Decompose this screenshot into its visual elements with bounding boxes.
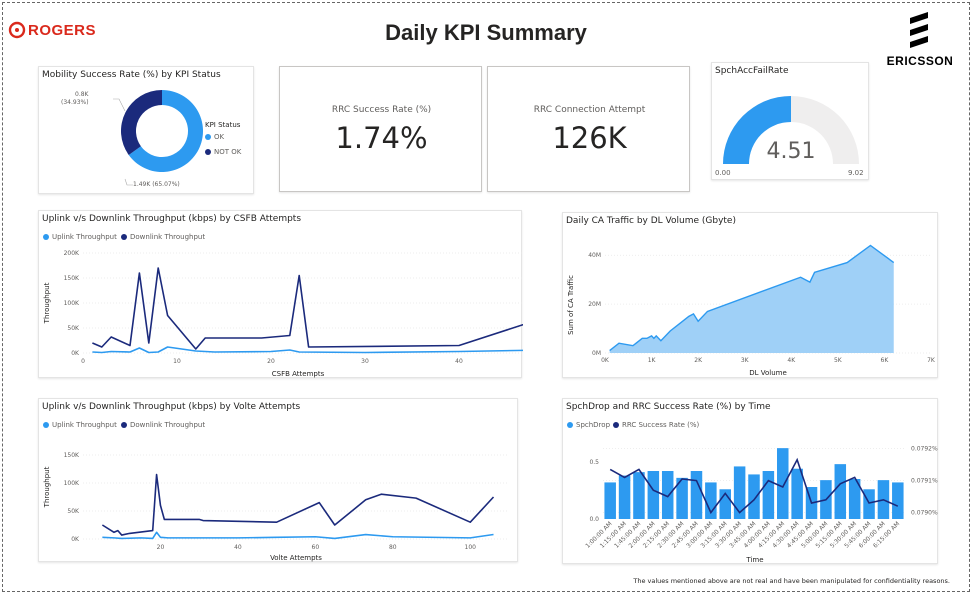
ericsson-logo: ERICSSON (884, 10, 956, 72)
gauge-value: 4.51 (766, 139, 816, 164)
series-line-downlink-throughput (92, 267, 523, 350)
csfb-throughput-card[interactable]: Uplink v/s Downlink Throughput (kbps) by… (38, 210, 523, 378)
volte-x-axis-title: Volte Attempts (270, 554, 322, 562)
x-tick-label: 6K (881, 357, 890, 364)
ca-y-axis-title: Sum of CA Traffic (567, 275, 575, 335)
donut-slice-not-ok[interactable] (121, 90, 162, 155)
x-tick-label: 4K (787, 357, 796, 364)
series-line-uplink-throughput (92, 346, 523, 354)
y-tick-label: 50K (67, 508, 80, 515)
y-tick-label: 200K (64, 250, 80, 257)
spchdrop-bar[interactable] (892, 482, 904, 519)
ca-traffic-card[interactable]: Daily CA Traffic by DL Volume (Gbyte) Su… (562, 212, 938, 378)
spchdrop-bar[interactable] (777, 448, 789, 519)
y-tick-label: 150K (64, 275, 80, 282)
donut-label-not-ok: 0.8K (75, 91, 89, 98)
spchdrop-bar[interactable] (633, 472, 645, 519)
legend-label-ok: OK (214, 133, 225, 141)
csfb-y-axis-title: Throughput (43, 282, 51, 324)
y-tick-label: 0M (592, 350, 601, 357)
y-tick-label: 100K (64, 480, 80, 487)
x-tick-label: 20 (157, 544, 165, 551)
x-tick-label: 30 (361, 358, 369, 365)
spch-drop-card[interactable]: SpchDrop and RRC Success Rate (%) by Tim… (562, 398, 938, 564)
legend-item-not-ok[interactable]: NOT OK (205, 148, 241, 156)
spchdrop-bar[interactable] (748, 474, 760, 519)
y-tick-label-right: 0.0792% (911, 446, 938, 453)
x-tick-label: 40 (455, 358, 463, 365)
spch-combo-chart: Time 0.00.50.0790%0.0791%0.0792%1:00:00 … (584, 446, 938, 564)
volte-y-axis-title: Throughput (43, 466, 51, 508)
donut-label-ok: 1.49K (65.07%) (133, 181, 180, 188)
mobility-success-card[interactable]: Mobility Success Rate (%) by KPI Status … (38, 66, 254, 194)
gauge-max: 9.02 (848, 169, 864, 177)
legend-dot-not-ok (205, 149, 211, 155)
x-tick-label: 1K (648, 357, 657, 364)
y-tick-label: 20M (588, 301, 601, 308)
spchdrop-bar[interactable] (733, 466, 746, 519)
x-tick-label: 60 (312, 544, 320, 551)
ericsson-logo-text: ERICSSON (886, 54, 954, 68)
rrc-attempt-card[interactable]: RRC Connection Attempt 126K (487, 66, 690, 192)
spchdrop-bar[interactable] (618, 475, 631, 519)
y-tick-label: 50K (67, 325, 80, 332)
spchdrop-bar[interactable] (834, 464, 847, 519)
mobility-donut-chart (113, 90, 203, 186)
y-tick-label: 40M (588, 252, 601, 259)
footer-note: The values mentioned above are not real … (633, 577, 950, 585)
y-tick-label: 100K (64, 300, 80, 307)
spchdrop-bar[interactable] (791, 468, 803, 519)
gauge-card[interactable]: SpchAccFailRate 4.51 0.00 9.02 (711, 62, 869, 180)
csfb-x-axis-title: CSFB Attempts (272, 370, 325, 378)
y-tick-label: 0K (71, 350, 80, 357)
rrc-success-card[interactable]: RRC Success Rate (%) 1.74% (279, 66, 482, 192)
series-line-downlink-throughput (101, 473, 495, 536)
ericsson-logo-icon (910, 12, 928, 48)
volte-throughput-card[interactable]: Uplink v/s Downlink Throughput (kbps) by… (38, 398, 518, 562)
ca-x-axis-title: DL Volume (749, 369, 787, 377)
rrc-success-label: RRC Success Rate (%) (331, 105, 432, 115)
series-line-uplink-throughput (102, 531, 494, 540)
x-tick-label: 80 (389, 544, 397, 551)
spchdrop-bar[interactable] (604, 482, 616, 519)
rrc-attempt-value: 126K (552, 121, 627, 155)
y-tick-label-left: 0.5 (589, 459, 599, 466)
page-title: Daily KPI Summary (385, 20, 587, 45)
y-tick-label-right: 0.0790% (911, 510, 938, 517)
spchdrop-bar[interactable] (690, 471, 703, 519)
spchdrop-bar[interactable] (863, 489, 875, 519)
y-tick-label: 0K (71, 536, 80, 543)
y-tick-label-left: 0.0 (589, 516, 599, 523)
csfb-line-chart: Throughput CSFB Attempts 0K 50K 100K 150K 20… (43, 250, 523, 378)
legend-label-not-ok: NOT OK (214, 148, 242, 156)
x-tick-label: 10 (173, 358, 181, 365)
x-tick-label: 100 (465, 544, 477, 551)
x-tick-label: 5K (834, 357, 843, 364)
ca-area-chart: Sum of CA Traffic DL Volume 0M 20M 40M 0K 1K… (567, 244, 936, 377)
spchdrop-bar[interactable] (762, 471, 775, 519)
spch-x-axis-title: Time (745, 556, 763, 564)
x-tick-label: 20 (267, 358, 275, 365)
y-tick-label-right: 0.0791% (911, 478, 938, 485)
y-tick-label: 150K (64, 452, 80, 459)
x-tick-label: 2K (694, 357, 703, 364)
gauge-min: 0.00 (715, 169, 731, 177)
donut-label-not-ok-pct: (34.93%) (61, 99, 89, 106)
x-tick-label: 3K (741, 357, 750, 364)
x-tick-label: 7K (927, 357, 936, 364)
rrc-attempt-label: RRC Connection Attempt (533, 105, 646, 115)
mobility-legend-title: KPI Status (205, 121, 241, 129)
rrc-success-value: 1.74% (335, 121, 428, 155)
x-tick-label: 0K (601, 357, 610, 364)
spchdrop-bar[interactable] (647, 471, 660, 519)
legend-item-ok[interactable]: OK (205, 133, 224, 141)
x-tick-label: 40 (234, 544, 242, 551)
volte-line-chart: Throughput Volte Attempts 0K 50K 100K 150K 2… (43, 452, 509, 562)
legend-dot-ok (205, 134, 211, 140)
x-tick-label: 0 (81, 358, 85, 365)
